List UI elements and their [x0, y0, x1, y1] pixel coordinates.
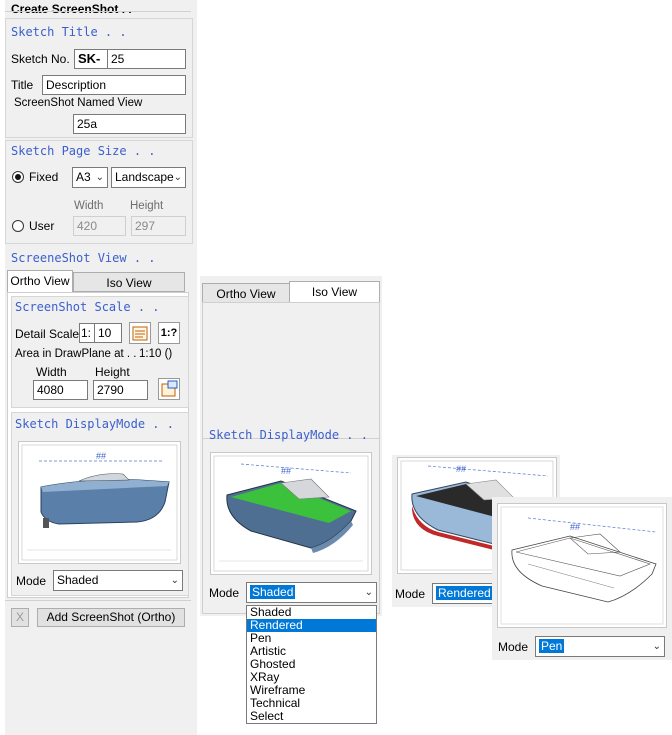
iso-displaymode-header: Sketch DisplayMode . . [209, 428, 368, 442]
orientation-value: Landscape [115, 170, 174, 184]
user-size-label[interactable]: User [29, 219, 54, 233]
scale-prefix-box: 1: [79, 323, 95, 343]
add-screenshot-button[interactable]: Add ScreenShot (Ortho) [37, 608, 185, 627]
area-height-input[interactable]: 2790 [93, 380, 148, 400]
sketch-number-label: Sketch No. [11, 52, 70, 66]
iso-dimension-label: ## [281, 466, 291, 476]
tab-iso-view[interactable]: Iso View [73, 272, 185, 292]
area-scale-value: 1:10 () [139, 348, 173, 360]
boat-side-view-image: ## [21, 444, 178, 561]
sketch-title-header: Sketch Title . . [11, 25, 127, 39]
sketch-title-label: Title [11, 78, 34, 92]
page-size-header: Sketch Page Size . . [11, 144, 156, 158]
dimension-label: ## [96, 451, 106, 461]
mode-label: Mode [16, 574, 47, 588]
ortho-mode-select[interactable]: Shaded ⌄ [53, 570, 183, 591]
screenshot-view-header: ScreeneShot View . . [11, 251, 156, 265]
fixed-size-radio[interactable] [12, 171, 24, 183]
iso-tab-ortho-view[interactable]: Ortho View [202, 283, 290, 303]
pen-mode-select[interactable]: Pen ⌄ [535, 636, 665, 657]
ortho-mode-value: Shaded [57, 573, 99, 587]
tab-ortho-view[interactable]: Ortho View [7, 270, 73, 293]
page-width-input[interactable]: 420 [73, 216, 126, 236]
paper-size-value: A3 [76, 170, 91, 184]
page-height-input[interactable]: 297 [131, 216, 186, 236]
chevron-down-icon: ⌄ [364, 587, 373, 598]
orientation-select[interactable]: Landscape ⌄ [111, 167, 186, 188]
sketch-title-input[interactable]: Description [42, 75, 186, 95]
bottom-divider [5, 600, 191, 601]
panel-title: Create ScreenShot . . [11, 2, 132, 16]
iso-mode-select[interactable]: Shaded ⌄ [246, 582, 377, 603]
area-drawplane-label: Area in DrawPlane at . . [15, 348, 137, 360]
boat-iso-shaded-image: ## [213, 455, 369, 572]
capture-area-icon[interactable] [158, 378, 180, 400]
mode-dropdown-list: Shaded Rendered Pen Artistic Ghosted XRa… [246, 605, 377, 724]
create-screenshot-panel: Create ScreenShot . . Sketch Title . . S… [5, 0, 197, 735]
option-select[interactable]: Select [247, 710, 376, 723]
sketch-prefix-box: SK- [74, 49, 108, 69]
displaymode-header: Sketch DisplayMode . . [15, 417, 174, 431]
iso-mode-value: Shaded [250, 585, 296, 599]
rendered-dimension-label: ## [456, 464, 466, 474]
pen-mode-value: Pen [539, 639, 565, 653]
page-width-label: Width [74, 200, 104, 212]
rendered-mode-label: Mode [395, 587, 426, 601]
boat-iso-pen-image: ## [500, 506, 664, 625]
named-view-input[interactable]: 25a [73, 114, 186, 134]
user-size-radio[interactable] [12, 220, 24, 232]
area-height-label: Height [95, 365, 130, 379]
chevron-down-icon: ⌄ [173, 172, 182, 183]
sketch-number-input[interactable]: 25 [107, 49, 186, 69]
detail-scale-label: Detail Scale [15, 327, 80, 341]
named-view-label: ScreenShot Named View [14, 97, 143, 109]
pen-mode-label: Mode [498, 640, 529, 654]
rendered-mode-value: Rendered [436, 586, 493, 600]
iso-shaded-preview: ## [210, 452, 372, 575]
chevron-down-icon: ⌄ [170, 575, 179, 586]
area-width-label: Width [36, 365, 67, 379]
fixed-size-label[interactable]: Fixed [29, 170, 58, 184]
ortho-preview: ## [18, 441, 181, 564]
scale-value-input[interactable]: 10 [94, 323, 122, 343]
iso-mode-label: Mode [209, 586, 240, 600]
paper-size-select[interactable]: A3 ⌄ [72, 167, 108, 188]
pen-dimension-label: ## [570, 522, 580, 532]
chevron-down-icon: ⌄ [652, 641, 661, 652]
chevron-down-icon: ⌄ [95, 172, 104, 183]
list-scale-icon[interactable] [129, 322, 151, 344]
area-width-input[interactable]: 4080 [33, 380, 88, 400]
close-button[interactable]: X [11, 608, 29, 627]
scale-header: ScreenShot Scale . . [15, 300, 160, 314]
page-height-label: Height [130, 200, 164, 212]
rendered-mode-select[interactable]: Rendered [432, 583, 498, 604]
pen-preview: ## [497, 503, 667, 628]
title-divider [5, 11, 191, 12]
fit-scale-icon[interactable]: 1:? [158, 322, 180, 344]
iso-tab-iso-view[interactable]: Iso View [289, 281, 380, 303]
